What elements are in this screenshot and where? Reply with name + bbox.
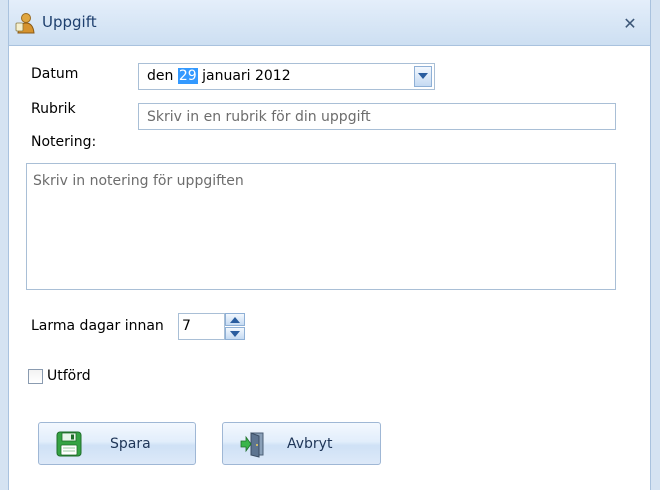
window-frame-left: [0, 0, 9, 490]
cancel-button[interactable]: Avbryt: [222, 422, 381, 465]
arrow-up-icon: [230, 317, 240, 323]
dialog-window: Uppgift ✕ Datum den 29 januari 2012 Rubr…: [0, 0, 660, 490]
stepper-down-button[interactable]: [225, 327, 245, 340]
date-day-selected[interactable]: 29: [177, 68, 198, 84]
larma-days-input[interactable]: 7: [178, 313, 225, 340]
cancel-button-label: Avbryt: [287, 436, 333, 452]
utford-label[interactable]: Utförd: [47, 368, 91, 384]
date-prefix: den: [147, 68, 178, 84]
notering-label: Notering:: [31, 134, 97, 150]
utford-checkbox[interactable]: [28, 369, 43, 384]
larma-days-stepper[interactable]: [225, 313, 245, 340]
rubrik-input[interactable]: Skriv in en rubrik för din uppgift: [138, 103, 616, 130]
window-frame-right: [650, 0, 660, 490]
window-title: Uppgift: [42, 13, 97, 31]
stepper-up-button[interactable]: [225, 313, 245, 326]
close-button[interactable]: ✕: [618, 13, 642, 35]
date-value[interactable]: den 29 januari 2012: [147, 68, 291, 84]
title-bar[interactable]: Uppgift ✕: [0, 0, 660, 46]
date-dropdown-button[interactable]: [414, 66, 432, 87]
chevron-down-icon: [418, 73, 428, 79]
larma-label: Larma dagar innan: [31, 318, 164, 334]
floppy-disk-icon: [56, 431, 82, 457]
rubrik-label: Rubrik: [31, 101, 76, 117]
save-button[interactable]: Spara: [38, 422, 196, 465]
arrow-down-icon: [230, 331, 240, 337]
task-person-icon: [15, 13, 35, 34]
date-picker[interactable]: den 29 januari 2012: [138, 63, 435, 90]
larma-days-value: 7: [182, 318, 191, 334]
datum-label: Datum: [31, 66, 79, 82]
date-suffix: januari 2012: [197, 68, 291, 84]
exit-door-icon: [240, 432, 264, 458]
save-button-label: Spara: [110, 436, 151, 452]
notering-textarea[interactable]: Skriv in notering för uppgiften: [26, 163, 616, 290]
